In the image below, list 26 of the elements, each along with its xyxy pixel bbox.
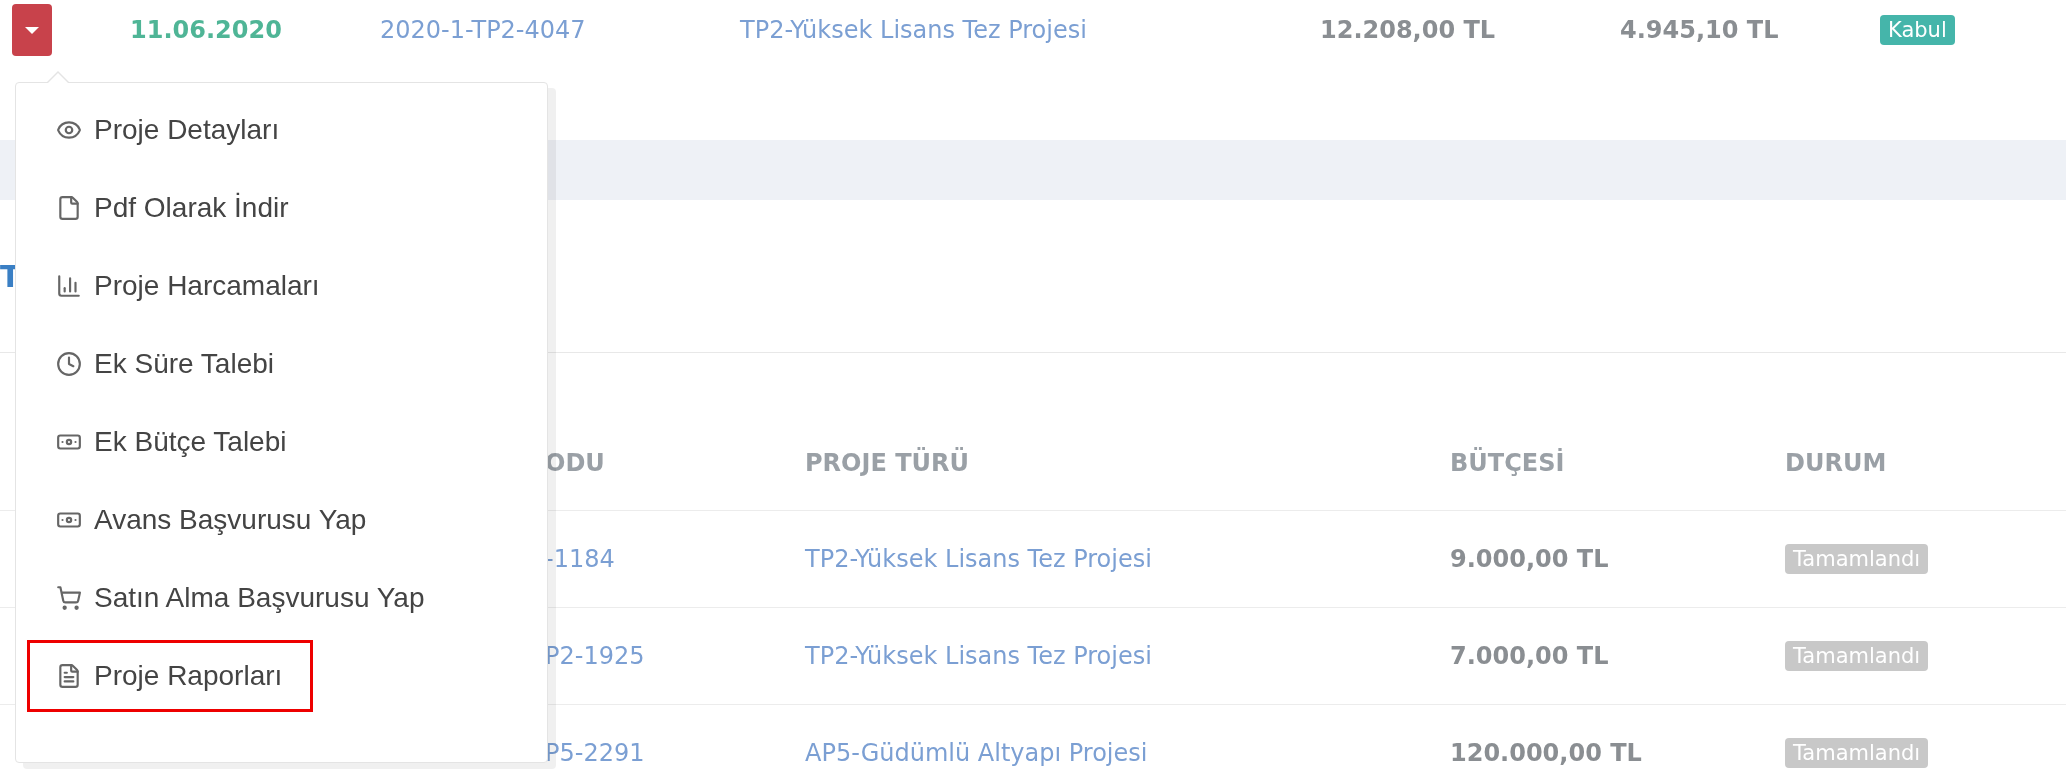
menu-item[interactable]: Pdf Olarak İndir — [27, 172, 320, 244]
menu-item[interactable]: Satın Alma Başvurusu Yap — [27, 562, 456, 634]
column-header: BÜTÇESİ — [1450, 449, 1565, 477]
menu-item[interactable]: Ek Süre Talebi — [27, 328, 306, 400]
caret-icon — [25, 26, 39, 34]
budget: 12.208,00 TL — [1320, 16, 1496, 44]
menu-item[interactable]: Ek Bütçe Talebi — [27, 406, 318, 478]
status-badge: Kabul — [1880, 15, 1955, 45]
document-icon — [56, 195, 82, 221]
menu-item[interactable]: Proje Detayları — [27, 94, 311, 166]
budget: 7.000,00 TL — [1450, 642, 1609, 670]
clock-icon — [56, 351, 82, 377]
bar-chart-icon — [56, 273, 82, 299]
menu-item[interactable]: Avans Başvurusu Yap — [27, 484, 398, 556]
column-header: DURUM — [1785, 449, 1887, 477]
menu-item[interactable]: Proje Harcamaları — [27, 250, 351, 322]
budget: 9.000,00 TL — [1450, 545, 1609, 573]
spent-amount: 4.945,10 TL — [1620, 16, 1779, 44]
document-icon — [56, 663, 82, 689]
column-header: PROJE TÜRÜ — [805, 449, 969, 477]
cart-icon — [56, 585, 82, 611]
date: 11.06.2020 — [130, 16, 282, 44]
column-header: ODU — [545, 449, 605, 477]
dropdown-button[interactable] — [12, 4, 52, 56]
budget: 120.000,00 TL — [1450, 739, 1642, 767]
menu-item[interactable]: Proje Raporları — [27, 640, 314, 712]
